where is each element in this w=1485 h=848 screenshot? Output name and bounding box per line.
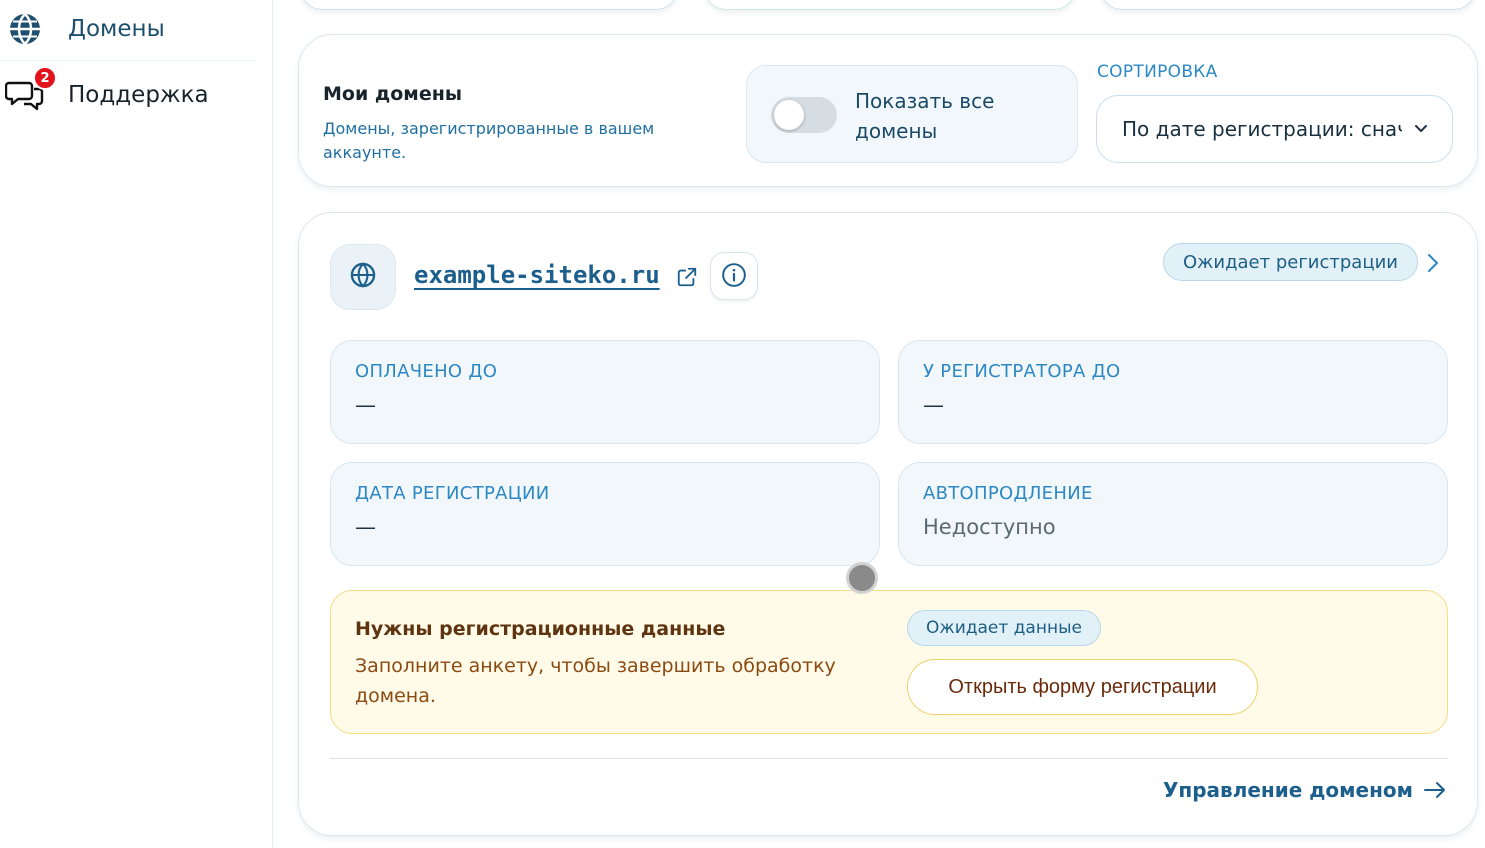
auto-renew-box: АВТОПРОДЛЕНИЕ Недоступно (898, 462, 1448, 566)
app: Домены 2 Поддержка Мои домены Домены, за… (0, 0, 1485, 848)
sort-select[interactable]: По дате регистрации: снач (1096, 95, 1453, 163)
paid-until-box: ОПЛАЧЕНО ДО — (330, 340, 880, 444)
field-value: — (355, 515, 376, 539)
summary-card (300, 0, 678, 10)
sidebar-item-label: Домены (68, 16, 165, 42)
registrar-until-box: У РЕГИСТРАТОРА ДО — (898, 340, 1448, 444)
chevron-down-icon (1412, 119, 1430, 137)
sidebar-item-support[interactable]: 2 Поддержка (0, 64, 255, 126)
page-subtitle: Домены, зарегистрированные в вашем аккау… (323, 119, 655, 162)
domain-info-button[interactable] (710, 252, 758, 300)
field-label: АВТОПРОДЛЕНИЕ (923, 483, 1093, 504)
domain-globe-tile (330, 244, 396, 310)
field-label: У РЕГИСТРАТОРА ДО (923, 361, 1121, 382)
sidebar: Домены 2 Поддержка (0, 0, 273, 848)
field-value: — (923, 393, 944, 417)
sort-label: СОРТИРОВКА (1097, 62, 1218, 82)
domain-name-link[interactable]: example-siteko.ru (414, 261, 660, 289)
registration-date-box: ДАТА РЕГИСТРАЦИИ — (330, 462, 880, 566)
external-link-icon[interactable] (676, 266, 698, 288)
notice-text: Заполните анкету, чтобы завершить обрабо… (355, 655, 836, 707)
arrow-right-icon (1423, 780, 1447, 800)
show-all-toggle-box: Показать все домены (746, 65, 1078, 163)
sort-selected-value: По дате регистрации: снач (1122, 117, 1402, 141)
globe-icon (349, 261, 377, 293)
show-all-label: Показать все домены (855, 89, 995, 143)
registration-data-notice: Нужны регистрационные данные Заполните а… (330, 590, 1448, 734)
domain-card: example-siteko.ru Ожидает регистрации ОП… (298, 212, 1478, 836)
open-registration-form-button[interactable]: Открыть форму регистрации (907, 659, 1258, 715)
field-value: Недоступно (923, 515, 1056, 539)
notice-title: Нужны регистрационные данные (355, 618, 726, 640)
domains-header-card: Мои домены Домены, зарегистрированные в … (298, 34, 1478, 187)
sidebar-item-label: Поддержка (68, 82, 209, 108)
summary-card (704, 0, 1076, 10)
field-label: ОПЛАЧЕНО ДО (355, 361, 498, 382)
summary-card (1100, 0, 1476, 10)
sidebar-item-domains[interactable]: Домены (0, 0, 255, 60)
switch-knob (774, 100, 804, 130)
field-value: — (355, 393, 376, 417)
manage-domain-link[interactable]: Управление доменом (1163, 778, 1447, 802)
page-title: Мои домены (323, 83, 463, 105)
show-all-switch[interactable] (771, 97, 837, 133)
info-icon (721, 262, 747, 291)
mouse-cursor (846, 562, 878, 594)
chevron-right-icon[interactable] (1423, 251, 1443, 275)
divider (330, 758, 1448, 759)
manage-domain-label: Управление доменом (1163, 778, 1413, 802)
notice-status-badge: Ожидает данные (907, 610, 1101, 646)
notification-badge: 2 (33, 66, 57, 90)
field-label: ДАТА РЕГИСТРАЦИИ (355, 483, 550, 504)
globe-icon (5, 9, 45, 49)
status-badge: Ожидает регистрации (1163, 243, 1418, 281)
